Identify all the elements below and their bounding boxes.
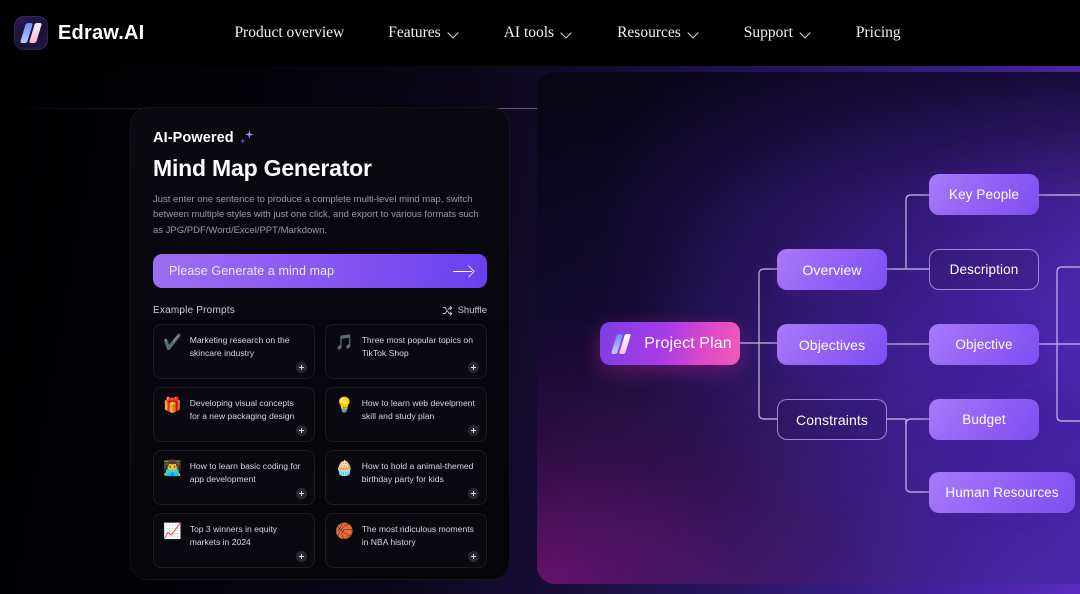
nav-item-label: Product overview xyxy=(234,24,345,41)
add-prompt-icon[interactable] xyxy=(296,425,307,437)
nav-item-ai-tools[interactable]: AI tools xyxy=(482,24,595,42)
nav-item-label: Support xyxy=(743,24,793,41)
prompt-card[interactable]: 🎵 Three most popular topics on TikTok Sho… xyxy=(325,324,487,380)
shuffle-icon xyxy=(442,306,452,316)
prompt-text: How to learn web develpment skill and st… xyxy=(361,398,475,421)
add-prompt-icon[interactable] xyxy=(296,551,307,563)
prompt-card[interactable]: 🏀 The most ridiculous moments in NBA hist… xyxy=(325,513,487,569)
chevron-down-icon[interactable] xyxy=(801,28,812,39)
prompt-card[interactable]: 🎁 Developing visual concepts for a new pa… xyxy=(153,387,315,443)
mindmap-node-label: Overview xyxy=(802,261,862,278)
mindmap-node-constraints[interactable]: Constraints xyxy=(777,399,887,440)
example-prompts-header: Example Prompts Shuffle xyxy=(153,305,487,316)
generate-input-placeholder: Please Generate a mind map xyxy=(169,264,335,279)
prompt-emoji-icon: 📈 xyxy=(163,523,182,541)
prompt-card[interactable]: 👨‍💻 How to learn basic coding for app dev… xyxy=(153,450,315,506)
brand-logo[interactable]: Edraw.AI xyxy=(14,16,144,50)
chevron-down-icon[interactable] xyxy=(562,28,573,39)
prompt-text: How to hold a animal-themed birthday par… xyxy=(361,461,474,484)
mindmap-node-label: Description xyxy=(949,262,1019,277)
mindmap-node-label: Key People xyxy=(948,187,1020,202)
prompt-emoji-icon: 🎁 xyxy=(163,397,182,415)
mindmap-node-budget[interactable]: Budget xyxy=(929,399,1039,440)
prompt-emoji-icon: 🧁 xyxy=(335,460,354,478)
add-prompt-icon[interactable] xyxy=(296,362,307,374)
mindmap-node-description[interactable]: Description xyxy=(929,249,1039,290)
nav-item-label: Pricing xyxy=(855,24,901,41)
prompt-text: Top 3 winners in equity markets in 2024 xyxy=(189,524,278,547)
prompt-emoji-icon: 👨‍💻 xyxy=(163,460,182,478)
mindmap-node-label: Human Resources xyxy=(945,485,1059,500)
mindmap-node-label: Objectives xyxy=(798,336,866,353)
mindmap-node-objective[interactable]: Objective xyxy=(929,324,1039,365)
chevron-down-icon[interactable] xyxy=(689,28,700,39)
page-title: Mind Map Generator xyxy=(153,155,372,181)
prompt-text: How to learn basic coding for app develo… xyxy=(189,461,301,484)
mindmap-node-label: Budget xyxy=(962,412,1006,427)
mindmap-node-root[interactable]: Project Plan xyxy=(600,322,740,365)
mindmap-node-label: Project Plan xyxy=(644,334,732,352)
mindmap-panel: Project Plan Overview Objectives Constraint… xyxy=(537,72,1080,584)
add-prompt-icon[interactable] xyxy=(296,488,307,500)
edraw-logo-icon xyxy=(14,16,48,50)
nav-item-support[interactable]: Support xyxy=(722,24,834,42)
prompt-text: Developing visual concepts for a new pac… xyxy=(189,398,295,421)
nav-item-pricing[interactable]: Pricing xyxy=(834,24,923,42)
prompt-text: The most ridiculous moments in NBA histo… xyxy=(361,524,474,547)
mind-map-generator-card: AI-Powered Mind Map Generator Just enter… xyxy=(130,107,510,580)
mindmap-node-keypeople[interactable]: Key People xyxy=(929,174,1039,215)
prompt-emoji-icon: ✔️ xyxy=(163,334,182,352)
card-description: Just enter one sentence to produce a com… xyxy=(153,194,479,236)
example-prompts-grid: ✔️ Marketing research on the skincare ind… xyxy=(153,324,487,569)
prompt-emoji-icon: 🏀 xyxy=(335,523,354,541)
prompt-emoji-icon: 🎵 xyxy=(335,334,354,352)
nav-item-resources[interactable]: Resources xyxy=(595,24,722,42)
mindmap-canvas[interactable]: Project Plan Overview Objectives Constraint… xyxy=(537,72,1080,584)
prompt-text: Three most popular topics on TikTok Shop xyxy=(361,335,473,358)
edraw-logo-icon xyxy=(610,331,636,357)
add-prompt-icon[interactable] xyxy=(468,425,479,437)
prompt-card[interactable]: 🧁 How to hold a animal-themed birthday pa… xyxy=(325,450,487,506)
mindmap-node-overview[interactable]: Overview xyxy=(777,249,887,290)
mindmap-node-label: Objective xyxy=(955,337,1013,352)
prompt-card[interactable]: 📈 Top 3 winners in equity markets in 2024 xyxy=(153,513,315,569)
sparkle-icon xyxy=(240,130,256,146)
chevron-down-icon[interactable] xyxy=(449,28,460,39)
nav-item-label: AI tools xyxy=(503,24,555,41)
example-prompts-label: Example Prompts xyxy=(153,305,235,317)
add-prompt-icon[interactable] xyxy=(468,551,479,563)
mindmap-node-objectives[interactable]: Objectives xyxy=(777,324,887,365)
shuffle-button[interactable]: Shuffle xyxy=(442,305,487,316)
prompt-card[interactable]: 💡 How to learn web develpment skill and s… xyxy=(325,387,487,443)
brand-name: Edraw.AI xyxy=(58,21,145,44)
shuffle-label: Shuffle xyxy=(457,305,487,317)
prompt-text: Marketing research on the skincare indus… xyxy=(189,335,290,358)
mindmap-node-hr[interactable]: Human Resources xyxy=(929,472,1075,513)
card-eyebrow: AI-Powered xyxy=(153,130,487,146)
add-prompt-icon[interactable] xyxy=(468,488,479,500)
generate-mind-map-input[interactable]: Please Generate a mind map xyxy=(153,254,487,289)
nav-item-product-overview[interactable]: Product overview xyxy=(212,24,366,42)
prompt-emoji-icon: 💡 xyxy=(335,397,354,415)
top-navigation-bar: Edraw.AI Product overview Features AI tool… xyxy=(0,0,1080,66)
mindmap-node-label: Constraints xyxy=(796,411,868,428)
arrow-right-icon[interactable] xyxy=(453,265,473,278)
add-prompt-icon[interactable] xyxy=(468,362,479,374)
eyebrow-label: AI-Powered xyxy=(153,130,234,146)
page-background: Project Plan Overview Objectives Constraint… xyxy=(0,0,1080,594)
nav-item-features[interactable]: Features xyxy=(366,24,482,42)
nav-item-label: Features xyxy=(388,24,441,41)
prompt-card[interactable]: ✔️ Marketing research on the skincare ind… xyxy=(153,324,315,380)
nav-links: Product overview Features AI tools Resource… xyxy=(212,24,922,42)
nav-item-label: Resources xyxy=(617,24,681,41)
